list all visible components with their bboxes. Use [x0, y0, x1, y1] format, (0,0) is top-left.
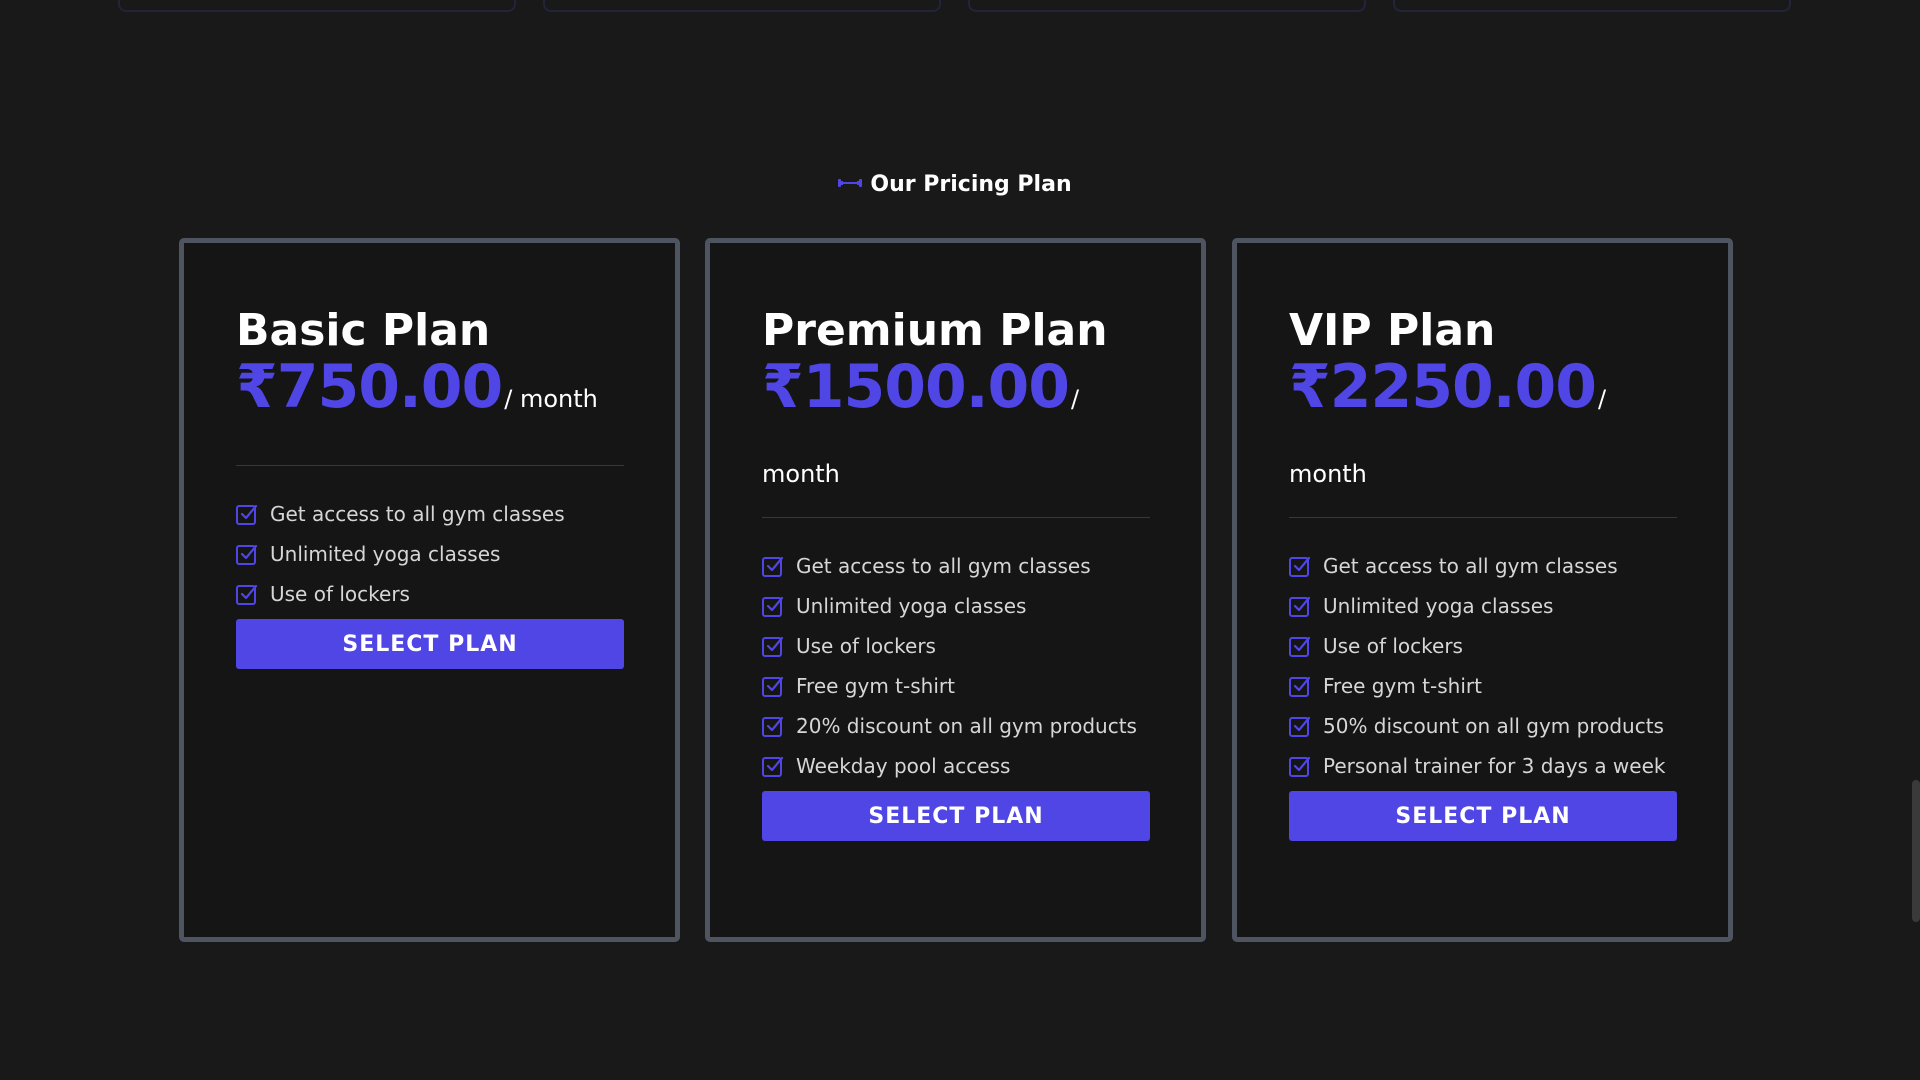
pricing-section-heading: Our Pricing Plan [0, 172, 1910, 197]
previous-section-card [968, 0, 1366, 12]
feature-item: Weekday pool access [762, 746, 1150, 786]
price-amount: ₹2250.00 [1289, 352, 1597, 422]
feature-item: Get access to all gym classes [762, 546, 1150, 586]
plan-card-basic: Basic Plan ₹750.00/ month Get access to … [179, 238, 680, 942]
plan-price: ₹1500.00/ [762, 357, 1150, 429]
price-period: month [762, 460, 840, 488]
price-amount: ₹1500.00 [762, 352, 1070, 422]
feature-item: Use of lockers [762, 626, 1150, 666]
checkbox-check-icon [1289, 675, 1311, 697]
checkbox-check-icon [1289, 755, 1311, 777]
divider [1289, 517, 1677, 518]
checkbox-check-icon [1289, 715, 1311, 737]
feature-item: Get access to all gym classes [236, 494, 624, 534]
checkbox-check-icon [236, 543, 258, 565]
feature-text: Get access to all gym classes [796, 554, 1091, 578]
page-scrollbar[interactable] [1912, 780, 1920, 922]
feature-item: Unlimited yoga classes [762, 586, 1150, 626]
checkbox-check-icon [762, 715, 784, 737]
feature-item: Unlimited yoga classes [1289, 586, 1677, 626]
previous-section-card [1393, 0, 1791, 12]
feature-text: Unlimited yoga classes [270, 542, 501, 566]
previous-section-card [118, 0, 516, 12]
feature-text: Weekday pool access [796, 754, 1011, 778]
checkbox-check-icon [762, 755, 784, 777]
feature-text: 20% discount on all gym products [796, 714, 1137, 738]
feature-text: Personal trainer for 3 days a week [1323, 754, 1666, 778]
checkbox-check-icon [1289, 555, 1311, 577]
feature-item: Use of lockers [236, 574, 624, 614]
feature-text: Use of lockers [1323, 634, 1463, 658]
dumbbell-icon [838, 171, 863, 196]
feature-list: Get access to all gym classes Unlimited … [1289, 546, 1677, 786]
plan-name: VIP Plan [1289, 305, 1496, 356]
plan-price: ₹2250.00/ [1289, 357, 1677, 429]
divider [236, 465, 624, 466]
feature-item: 20% discount on all gym products [762, 706, 1150, 746]
feature-text: Use of lockers [270, 582, 410, 606]
feature-item: Free gym t-shirt [1289, 666, 1677, 706]
feature-list: Get access to all gym classes Unlimited … [762, 546, 1150, 786]
checkbox-check-icon [236, 503, 258, 525]
pricing-page: Our Pricing Plan Basic Plan ₹750.00/ mon… [0, 0, 1920, 1080]
price-period: month [1289, 460, 1367, 488]
checkbox-check-icon [762, 595, 784, 617]
checkbox-check-icon [1289, 595, 1311, 617]
checkbox-check-icon [762, 675, 784, 697]
select-plan-button[interactable]: SELECT PLAN [236, 619, 624, 669]
plan-card-premium: Premium Plan ₹1500.00/ month Get access … [705, 238, 1206, 942]
price-period-separator: / [1598, 385, 1607, 413]
select-plan-button[interactable]: SELECT PLAN [1289, 791, 1677, 841]
feature-text: Use of lockers [796, 634, 936, 658]
plan-card-vip: VIP Plan ₹2250.00/ month Get access to a… [1232, 238, 1733, 942]
checkbox-check-icon [762, 555, 784, 577]
feature-item: Use of lockers [1289, 626, 1677, 666]
feature-text: Get access to all gym classes [1323, 554, 1618, 578]
feature-text: 50% discount on all gym products [1323, 714, 1664, 738]
checkbox-check-icon [762, 635, 784, 657]
feature-text: Free gym t-shirt [796, 674, 955, 698]
previous-section-card [543, 0, 941, 12]
pricing-heading-text: Our Pricing Plan [870, 172, 1072, 197]
feature-text: Free gym t-shirt [1323, 674, 1482, 698]
feature-item: Free gym t-shirt [762, 666, 1150, 706]
feature-text: Unlimited yoga classes [796, 594, 1027, 618]
feature-item: 50% discount on all gym products [1289, 706, 1677, 746]
plan-price: ₹750.00/ month [236, 357, 624, 429]
checkbox-check-icon [1289, 635, 1311, 657]
plan-name: Premium Plan [762, 305, 1108, 356]
feature-text: Get access to all gym classes [270, 502, 565, 526]
checkbox-check-icon [236, 583, 258, 605]
price-period: / month [504, 385, 598, 413]
price-period-separator: / [1071, 385, 1080, 413]
feature-item: Unlimited yoga classes [236, 534, 624, 574]
plan-name: Basic Plan [236, 305, 491, 356]
feature-list: Get access to all gym classes Unlimited … [236, 494, 624, 614]
feature-item: Get access to all gym classes [1289, 546, 1677, 586]
select-plan-button[interactable]: SELECT PLAN [762, 791, 1150, 841]
divider [762, 517, 1150, 518]
price-amount: ₹750.00 [236, 352, 503, 422]
feature-item: Personal trainer for 3 days a week [1289, 746, 1677, 786]
feature-text: Unlimited yoga classes [1323, 594, 1554, 618]
